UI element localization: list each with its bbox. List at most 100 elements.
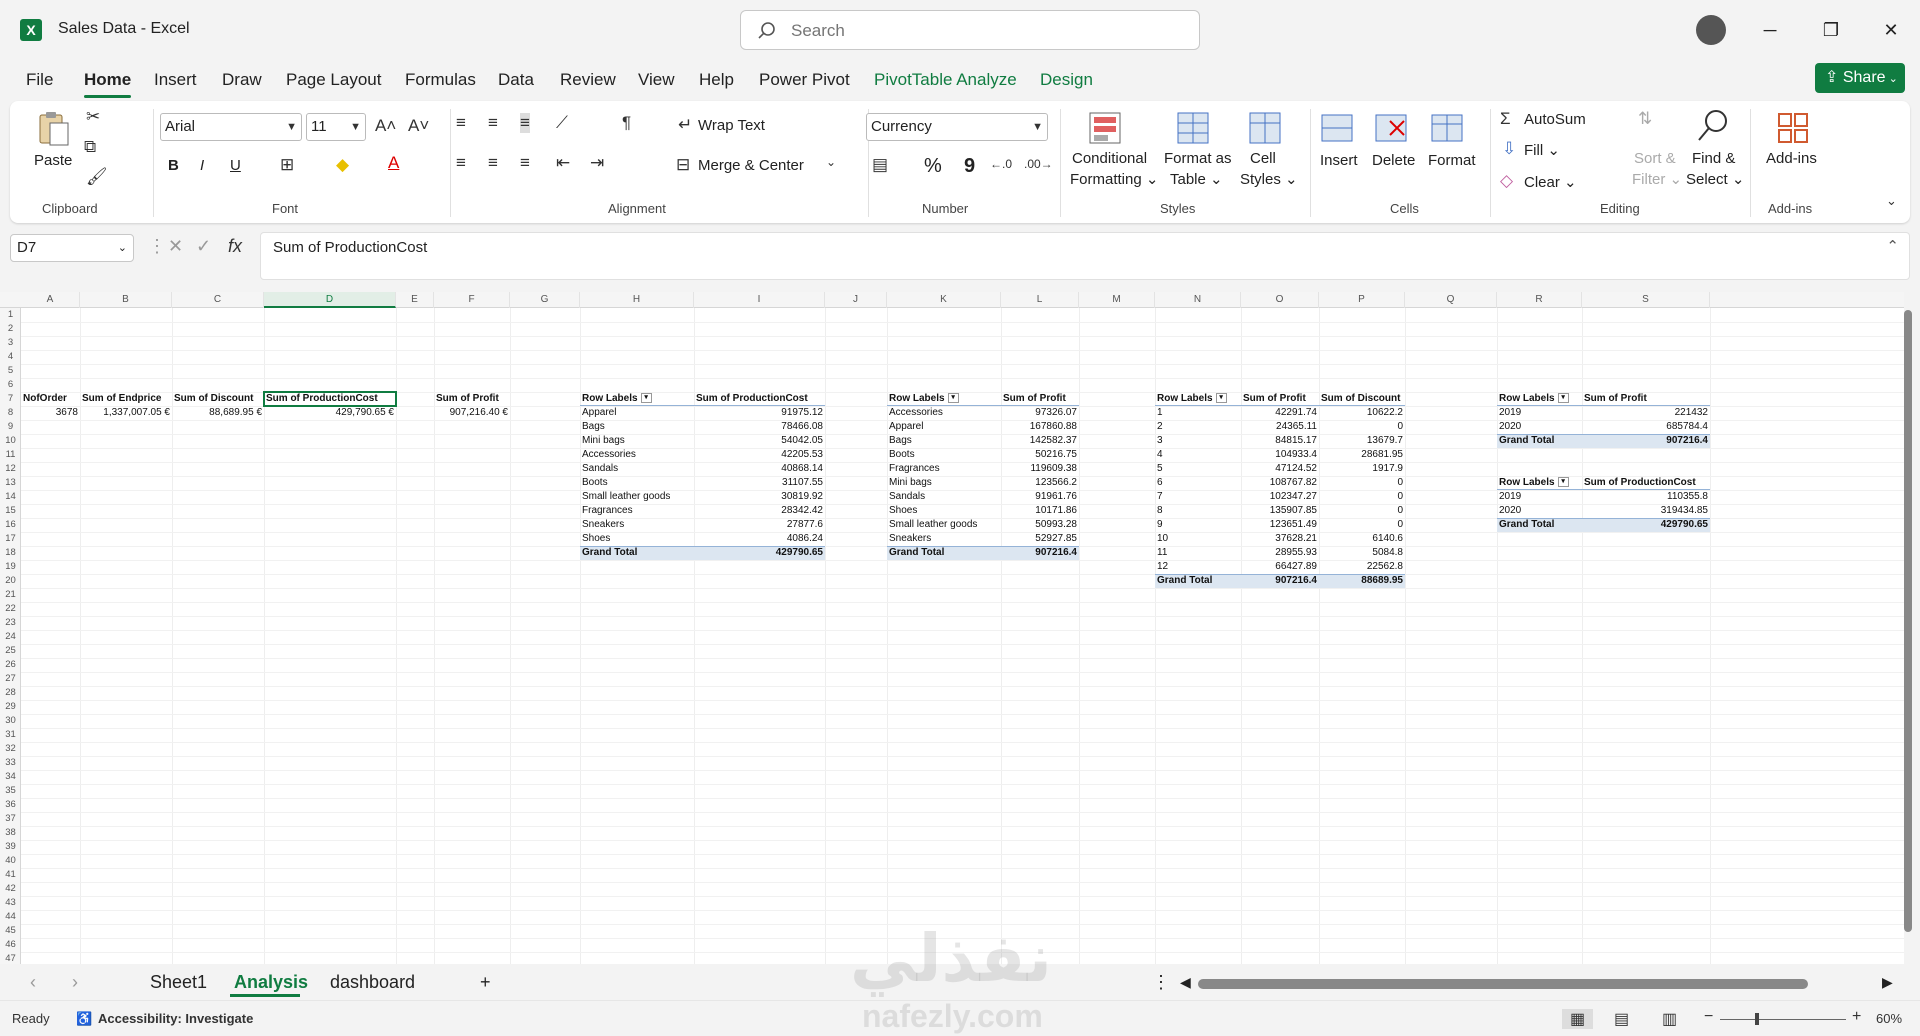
pivot-value[interactable]: 42205.53 [696, 448, 823, 462]
pivot-row-label[interactable]: 9 [1157, 518, 1239, 532]
format-as-table-label-2[interactable]: Table ⌄ [1170, 170, 1223, 188]
pivot-row-label[interactable]: Sandals [582, 462, 692, 476]
vertical-scrollbar[interactable] [1902, 298, 1916, 962]
pivot-value[interactable]: 97326.07 [1003, 406, 1077, 420]
pivot-value[interactable]: 0 [1321, 420, 1403, 434]
row-header-15[interactable]: 15 [0, 504, 21, 518]
align-middle-icon[interactable]: ≡ [488, 113, 498, 133]
filter-dropdown-icon[interactable]: ▾ [640, 393, 652, 404]
pivot-row-labels-header[interactable]: Row Labels ▾ [1499, 476, 1580, 490]
row-header-13[interactable]: 13 [0, 476, 21, 490]
row-header-7[interactable]: 7 [0, 392, 21, 406]
pivot-row-label[interactable]: 5 [1157, 462, 1239, 476]
scroll-tabs-left-icon[interactable]: ‹ [30, 972, 36, 993]
pivot-row-label[interactable]: 8 [1157, 504, 1239, 518]
tab-insert[interactable]: Insert [154, 70, 197, 90]
row-header-17[interactable]: 17 [0, 532, 21, 546]
orientation-icon[interactable]: ⟋ [556, 113, 568, 133]
conditional-formatting-label-2[interactable]: Formatting ⌄ [1070, 170, 1158, 188]
pivot-value[interactable]: 102347.27 [1243, 490, 1317, 504]
column-header-b[interactable]: B [80, 292, 172, 308]
pivot-grand-total-label[interactable]: Grand Total [889, 546, 999, 560]
pivot-value[interactable]: 84815.17 [1243, 434, 1317, 448]
row-header-23[interactable]: 23 [0, 616, 21, 630]
font-size-select[interactable]: 11 ▼ [306, 113, 366, 141]
autosum-button[interactable]: AutoSum [1524, 111, 1586, 128]
pivot-row-label[interactable]: 12 [1157, 560, 1239, 574]
table-value[interactable]: 88,689.95 € [174, 406, 262, 420]
borders-icon[interactable]: ⊞ [280, 155, 294, 175]
row-header-16[interactable]: 16 [0, 518, 21, 532]
pivot-value[interactable]: 47124.52 [1243, 462, 1317, 476]
delete-cells-icon[interactable] [1372, 109, 1410, 147]
table-header[interactable]: Sum of Endprice [82, 392, 170, 406]
row-header-41[interactable]: 41 [0, 868, 21, 882]
pivot-row-label[interactable]: Fragrances [889, 462, 999, 476]
zoom-out-button[interactable]: − [1704, 1008, 1713, 1026]
pivot-value[interactable]: 27877.6 [696, 518, 823, 532]
pivot-value[interactable]: 319434.85 [1584, 504, 1708, 518]
page-layout-view-icon[interactable]: ▤ [1614, 1009, 1629, 1029]
pivot-row-label[interactable]: 7 [1157, 490, 1239, 504]
zoom-slider[interactable] [1720, 1019, 1846, 1020]
format-cells-label[interactable]: Format [1428, 152, 1476, 169]
wrap-text-button[interactable]: Wrap Text [698, 117, 765, 134]
pivot-row-label[interactable]: Boots [582, 476, 692, 490]
row-header-39[interactable]: 39 [0, 840, 21, 854]
accessibility-status[interactable]: Accessibility: Investigate [98, 1011, 253, 1026]
pivot-value[interactable]: 54042.05 [696, 434, 823, 448]
zoom-in-button[interactable]: + [1852, 1008, 1861, 1026]
text-direction-icon[interactable]: ¶ [622, 113, 631, 133]
pivot-row-label[interactable]: Small leather goods [889, 518, 999, 532]
pivot-row-label[interactable]: Mini bags [889, 476, 999, 490]
pivot-value[interactable]: 110355.8 [1584, 490, 1708, 504]
pivot-value[interactable]: 52927.85 [1003, 532, 1077, 546]
pivot-row-label[interactable]: Shoes [582, 532, 692, 546]
cell-styles-label-1[interactable]: Cell [1250, 150, 1276, 167]
row-header-20[interactable]: 20 [0, 574, 21, 588]
pivot-grand-total-label[interactable]: Grand Total [1499, 434, 1580, 448]
copy-icon[interactable]: ⧉ [84, 137, 96, 157]
scroll-tabs-right-icon[interactable]: › [72, 972, 78, 993]
filter-dropdown-icon[interactable]: ▾ [1557, 393, 1569, 404]
pivot-value[interactable]: 28342.42 [696, 504, 823, 518]
table-value[interactable]: 907,216.40 € [436, 406, 508, 420]
column-header-o[interactable]: O [1241, 292, 1319, 308]
pivot-row-labels-header[interactable]: Row Labels ▾ [582, 392, 692, 406]
font-color-icon[interactable]: A [388, 153, 399, 173]
pivot-row-label[interactable]: 4 [1157, 448, 1239, 462]
share-button[interactable]: ⇪ Share ⌄ [1815, 63, 1905, 93]
delete-cells-label[interactable]: Delete [1372, 152, 1415, 169]
pivot-value[interactable]: 221432 [1584, 406, 1708, 420]
row-header-36[interactable]: 36 [0, 798, 21, 812]
paste-label[interactable]: Paste [34, 152, 72, 169]
column-header-r[interactable]: R [1497, 292, 1582, 308]
pivot-row-labels-header[interactable]: Row Labels ▾ [1157, 392, 1239, 406]
column-header-p[interactable]: P [1319, 292, 1405, 308]
addins-button[interactable]: Add-ins [1766, 150, 1817, 167]
pivot-row-label[interactable]: Bags [889, 434, 999, 448]
pivot-value[interactable]: 135907.85 [1243, 504, 1317, 518]
pivot-row-label[interactable]: Boots [889, 448, 999, 462]
pivot-value[interactable]: 104933.4 [1243, 448, 1317, 462]
tab-draw[interactable]: Draw [222, 70, 262, 90]
column-header-j[interactable]: J [825, 292, 887, 308]
pivot-value[interactable]: 142582.37 [1003, 434, 1077, 448]
sheet-tab-dashboard[interactable]: dashboard [330, 972, 415, 993]
pivot-row-labels-header[interactable]: Row Labels ▾ [1499, 392, 1580, 406]
tab-file[interactable]: File [26, 70, 53, 90]
pivot-value[interactable]: 1917.9 [1321, 462, 1403, 476]
pivot-row-labels-header[interactable]: Row Labels ▾ [889, 392, 999, 406]
cell-styles-icon[interactable] [1246, 109, 1284, 147]
row-header-21[interactable]: 21 [0, 588, 21, 602]
more-options-icon[interactable]: ⋮ [148, 236, 166, 257]
pivot-value[interactable]: 28955.93 [1243, 546, 1317, 560]
row-header-35[interactable]: 35 [0, 784, 21, 798]
column-header-a[interactable]: A [21, 292, 80, 308]
collapse-formula-icon[interactable]: ⌃ [1886, 237, 1899, 255]
pivot-value[interactable]: 5084.8 [1321, 546, 1403, 560]
pivot-value[interactable]: 42291.74 [1243, 406, 1317, 420]
pivot-value[interactable]: 10622.2 [1321, 406, 1403, 420]
column-header-f[interactable]: F [434, 292, 510, 308]
hscroll-right-icon[interactable]: ▶ [1882, 974, 1893, 991]
